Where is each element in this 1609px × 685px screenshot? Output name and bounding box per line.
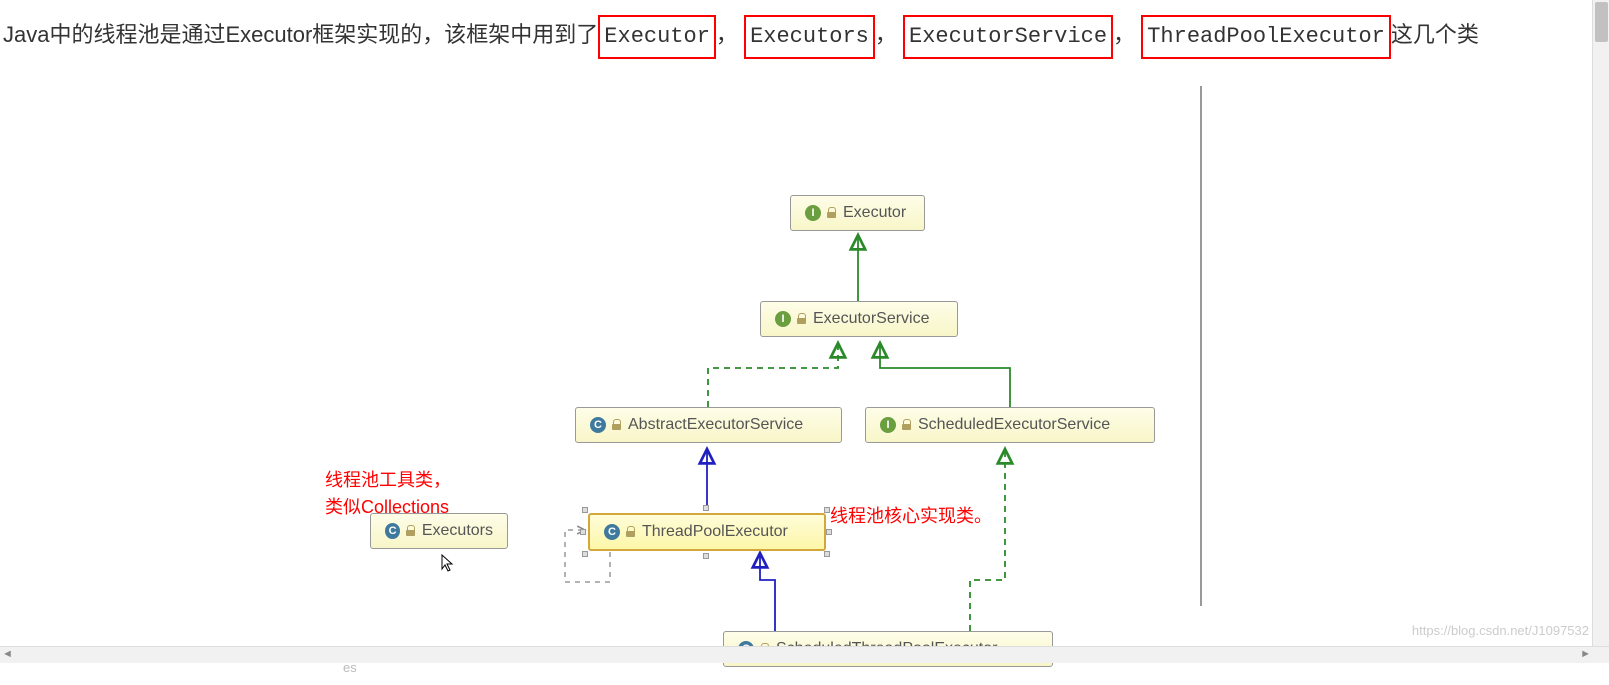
connector-lines: [0, 85, 1200, 685]
header-suffix: 这几个类: [1391, 22, 1479, 47]
node-threadpoolexecutor[interactable]: C ThreadPoolExecutor: [588, 513, 826, 551]
lock-icon: [612, 419, 622, 431]
interface-icon: I: [775, 311, 791, 327]
class-icon: C: [590, 417, 606, 433]
selection-handle[interactable]: [824, 551, 830, 557]
node-label: ExecutorService: [813, 310, 930, 328]
node-abstractexecutorservice[interactable]: C AbstractExecutorService: [575, 407, 842, 443]
class-icon: C: [604, 524, 620, 540]
selection-handle[interactable]: [580, 529, 586, 535]
watermark: https://blog.csdn.net/J1097532: [1412, 623, 1589, 638]
node-label: ScheduledExecutorService: [918, 416, 1110, 434]
selection-handle[interactable]: [582, 551, 588, 557]
boxed-executorservice: ExecutorService: [903, 15, 1113, 59]
horizontal-scrollbar[interactable]: [0, 646, 1609, 663]
vertical-scrollbar[interactable]: [1592, 0, 1609, 646]
lock-icon: [902, 419, 912, 431]
interface-icon: I: [880, 417, 896, 433]
boxed-executors: Executors: [744, 15, 875, 59]
uml-diagram[interactable]: I Executor I ExecutorService C AbstractE…: [0, 85, 1200, 625]
selection-handle[interactable]: [703, 553, 709, 559]
interface-icon: I: [805, 205, 821, 221]
class-icon: C: [385, 523, 400, 539]
vertical-divider: [1200, 86, 1202, 606]
header-prefix: Java中的线程池是通过Executor框架实现的，该框架中用到了: [3, 22, 598, 47]
node-label: AbstractExecutorService: [628, 416, 803, 434]
lock-icon: [827, 207, 837, 219]
lock-icon: [406, 525, 416, 537]
node-executor[interactable]: I Executor: [790, 195, 925, 231]
node-label: Executors: [422, 522, 493, 540]
lock-icon: [626, 526, 636, 538]
selection-handle[interactable]: [582, 507, 588, 513]
annotation-threadpoolexecutor: 线程池核心实现类。: [830, 503, 992, 530]
header-sentence: Java中的线程池是通过Executor框架实现的，该框架中用到了Executo…: [3, 15, 1479, 59]
mouse-cursor-icon: [440, 553, 456, 573]
node-executorservice[interactable]: I ExecutorService: [760, 301, 958, 337]
node-label: Executor: [843, 204, 906, 222]
boxed-executor: Executor: [598, 15, 716, 59]
selection-handle[interactable]: [703, 505, 709, 511]
scrollbar-thumb[interactable]: [1595, 2, 1608, 42]
annotation-executors: 线程池工具类， 类似Collections: [325, 467, 451, 521]
boxed-threadpoolexecutor: ThreadPoolExecutor: [1141, 15, 1391, 59]
node-label: ThreadPoolExecutor: [642, 523, 788, 541]
lock-icon: [797, 313, 807, 325]
node-scheduledexecutorservice[interactable]: I ScheduledExecutorService: [865, 407, 1155, 443]
